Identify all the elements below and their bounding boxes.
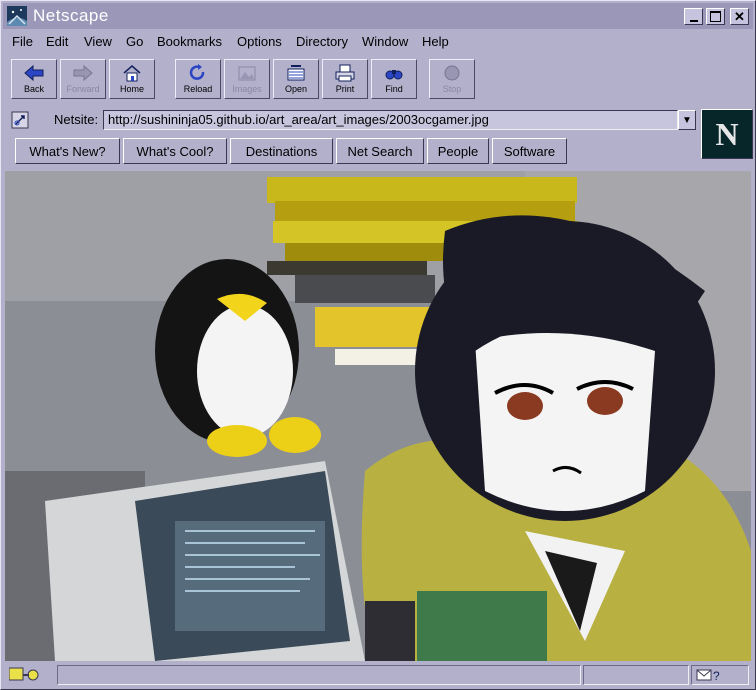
back-button[interactable]: Back bbox=[11, 59, 57, 99]
forward-arrow-icon bbox=[73, 64, 93, 82]
images-icon bbox=[238, 66, 256, 81]
reload-icon bbox=[189, 64, 205, 80]
stop-button[interactable]: Stop bbox=[429, 59, 475, 99]
progress-area bbox=[583, 665, 689, 685]
window-title: Netscape bbox=[33, 6, 109, 25]
status-bar: ? bbox=[3, 663, 753, 687]
stop-icon bbox=[444, 65, 460, 81]
browser-window: Netscape ✕ File Edit View Go Bookmarks O… bbox=[0, 0, 756, 690]
menu-go[interactable]: Go bbox=[126, 34, 143, 49]
page-content[interactable] bbox=[5, 171, 751, 661]
mail-area: ? bbox=[691, 665, 749, 685]
whats-new-button[interactable]: What's New? bbox=[15, 138, 120, 164]
menu-edit[interactable]: Edit bbox=[46, 34, 68, 49]
menu-file[interactable]: File bbox=[12, 34, 33, 49]
menu-directory[interactable]: Directory bbox=[296, 34, 348, 49]
forward-label: Forward bbox=[66, 84, 100, 94]
home-button[interactable]: Home bbox=[109, 59, 155, 99]
menu-bar: File Edit View Go Bookmarks Options Dire… bbox=[3, 31, 753, 53]
close-icon: ✕ bbox=[734, 8, 745, 24]
print-button[interactable]: Print bbox=[322, 59, 368, 99]
url-dropdown-button[interactable]: ▼ bbox=[678, 110, 696, 130]
whats-cool-button[interactable]: What's Cool? bbox=[123, 138, 227, 164]
find-button[interactable]: Find bbox=[371, 59, 417, 99]
status-text bbox=[57, 665, 581, 685]
security-key-icon[interactable] bbox=[9, 667, 43, 683]
stop-label: Stop bbox=[442, 84, 462, 94]
svg-text:?: ? bbox=[713, 669, 720, 682]
reload-button[interactable]: Reload bbox=[175, 59, 221, 99]
bookmark-link-icon[interactable] bbox=[11, 111, 29, 129]
find-icon bbox=[385, 70, 403, 80]
mail-icon[interactable]: ? bbox=[696, 668, 722, 682]
open-button[interactable]: Open bbox=[273, 59, 319, 99]
minimize-icon bbox=[689, 19, 698, 22]
maximize-icon bbox=[710, 11, 721, 22]
close-button[interactable]: ✕ bbox=[730, 8, 749, 25]
back-label: Back bbox=[23, 84, 44, 94]
url-field[interactable]: http://sushininja05.github.io/art_area/a… bbox=[103, 110, 678, 130]
minimize-button[interactable] bbox=[684, 8, 703, 25]
menu-window[interactable]: Window bbox=[362, 34, 408, 49]
destinations-button[interactable]: Destinations bbox=[230, 138, 333, 164]
open-icon bbox=[287, 65, 305, 81]
find-label: Find bbox=[385, 84, 403, 94]
location-label: Netsite: bbox=[54, 112, 99, 127]
print-icon bbox=[335, 64, 355, 82]
reload-label: Reload bbox=[183, 84, 213, 94]
people-button[interactable]: People bbox=[427, 138, 489, 164]
forward-button[interactable]: Forward bbox=[60, 59, 106, 99]
menu-bookmarks[interactable]: Bookmarks bbox=[157, 34, 222, 49]
net-search-button[interactable]: Net Search bbox=[336, 138, 424, 164]
software-button[interactable]: Software bbox=[492, 138, 567, 164]
menu-help[interactable]: Help bbox=[422, 34, 449, 49]
back-arrow-icon bbox=[24, 64, 44, 82]
netscape-app-icon bbox=[7, 6, 27, 26]
menu-options[interactable]: Options bbox=[237, 34, 282, 49]
home-icon bbox=[123, 65, 141, 82]
images-label: Images bbox=[232, 84, 262, 94]
title-bar[interactable]: Netscape ✕ bbox=[3, 3, 753, 29]
logo-letter: N bbox=[715, 116, 739, 152]
artwork-image bbox=[5, 171, 751, 661]
chevron-down-icon: ▼ bbox=[682, 114, 692, 126]
location-bar: Netsite: http://sushininja05.github.io/a… bbox=[3, 105, 753, 135]
maximize-button[interactable] bbox=[706, 8, 725, 25]
netscape-logo[interactable]: N bbox=[701, 109, 753, 159]
open-label: Open bbox=[284, 84, 308, 94]
print-label: Print bbox=[335, 84, 355, 94]
images-button[interactable]: Images bbox=[224, 59, 270, 99]
home-label: Home bbox=[119, 84, 144, 94]
menu-view[interactable]: View bbox=[84, 34, 112, 49]
navigation-toolbar: Back Forward Home Reload Images Open Pri… bbox=[3, 55, 753, 103]
